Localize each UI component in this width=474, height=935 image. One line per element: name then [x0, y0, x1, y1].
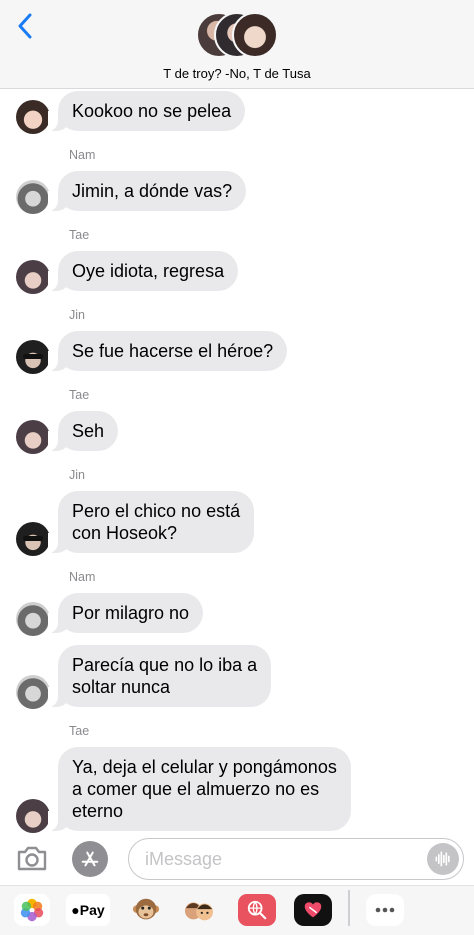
camera-button[interactable] — [16, 843, 48, 873]
animoji-button[interactable] — [128, 894, 164, 926]
digital-touch-button[interactable] — [294, 894, 332, 926]
avatar[interactable] — [16, 675, 50, 709]
message-text-line: Ya, deja el celular y pongámonos — [72, 757, 337, 777]
drawer-divider — [348, 890, 350, 926]
message-input[interactable] — [145, 847, 405, 871]
message-text: Oye idiota, regresa — [72, 261, 225, 281]
avatar[interactable] — [16, 602, 50, 636]
waveform-icon — [435, 851, 450, 867]
avatar[interactable] — [16, 420, 50, 454]
message-bubble[interactable]: Ya, deja el celular y pongámonos a comer… — [48, 747, 351, 831]
message-field[interactable] — [128, 838, 464, 880]
message-bubble[interactable]: Seh — [47, 411, 119, 451]
sender-name: Jin — [69, 468, 85, 482]
message-bubble[interactable]: Oye idiota, regresa — [47, 251, 239, 291]
message-bubble[interactable]: Se fue hacerse el héroe? — [47, 331, 288, 371]
heart-icon — [304, 902, 322, 918]
sender-name: Tae — [69, 228, 90, 242]
message-text-line: eterno — [72, 801, 124, 821]
message-bubble[interactable]: Pero el chico no está con Hoseok? — [47, 491, 255, 553]
app-store-icon — [81, 851, 99, 867]
message-text-line: Pero el chico no está — [72, 501, 241, 521]
compose-bar — [0, 833, 474, 885]
avatar[interactable] — [16, 340, 50, 374]
photos-app-button[interactable] — [14, 894, 50, 926]
sender-name: Nam — [69, 148, 96, 162]
camera-icon — [17, 846, 47, 871]
sender-name: Tae — [69, 388, 90, 402]
image-search-button[interactable] — [238, 894, 276, 926]
back-button[interactable] — [12, 10, 38, 42]
sunglasses — [23, 354, 43, 359]
ellipsis-icon — [375, 907, 395, 913]
app-drawer: ● Pay — [0, 885, 474, 935]
sender-name: Tae — [69, 724, 90, 738]
conversation-header: T de troy? -No, T de Tusa — [0, 0, 474, 89]
message-text: Por milagro no — [72, 603, 190, 623]
message-text: Kookoo no se pelea — [72, 101, 232, 121]
sender-name: Jin — [69, 308, 85, 322]
chevron-left-icon — [18, 13, 32, 39]
message-text: Seh — [72, 421, 105, 441]
apple-pay-label: Pay — [79, 902, 105, 918]
message-bubble[interactable]: Kookoo no se pelea — [47, 91, 246, 131]
message-text-line: a comer que el almuerzo no es — [72, 779, 320, 799]
avatar[interactable] — [16, 260, 50, 294]
message-text-line: con Hoseok? — [72, 523, 178, 543]
member-avatar — [232, 12, 278, 58]
message-text: Se fue hacerse el héroe? — [72, 341, 274, 361]
message-text-line: soltar nunca — [72, 677, 171, 697]
message-thread[interactable]: Kookoo no se pelea Nam Jimin, a dónde va… — [0, 89, 474, 833]
message-text: Jimin, a dónde vas? — [72, 181, 233, 201]
message-text-line: Parecía que no lo iba a — [72, 655, 258, 675]
sunglasses — [23, 536, 43, 541]
app-store-button[interactable] — [72, 841, 108, 877]
memoji-stickers-button[interactable] — [181, 894, 217, 926]
more-apps-button[interactable] — [366, 894, 404, 926]
avatar[interactable] — [16, 180, 50, 214]
message-bubble[interactable]: Por milagro no — [47, 593, 204, 633]
monkey-icon — [132, 898, 160, 920]
avatar[interactable] — [16, 799, 50, 833]
globe-search-icon — [247, 900, 267, 920]
apple-icon: ● — [71, 902, 80, 918]
apple-pay-button[interactable]: ● Pay — [66, 894, 110, 926]
audio-message-button[interactable] — [427, 843, 459, 875]
message-bubble[interactable]: Parecía que no lo iba a soltar nunca — [47, 645, 272, 707]
avatar[interactable] — [16, 100, 50, 134]
photos-icon — [20, 898, 44, 922]
group-avatar[interactable] — [196, 12, 280, 60]
avatar[interactable] — [16, 522, 50, 556]
memoji-icon — [184, 902, 214, 921]
message-bubble[interactable]: Jimin, a dónde vas? — [47, 171, 247, 211]
sender-name: Nam — [69, 570, 96, 584]
chat-title[interactable]: T de troy? -No, T de Tusa — [0, 66, 474, 81]
